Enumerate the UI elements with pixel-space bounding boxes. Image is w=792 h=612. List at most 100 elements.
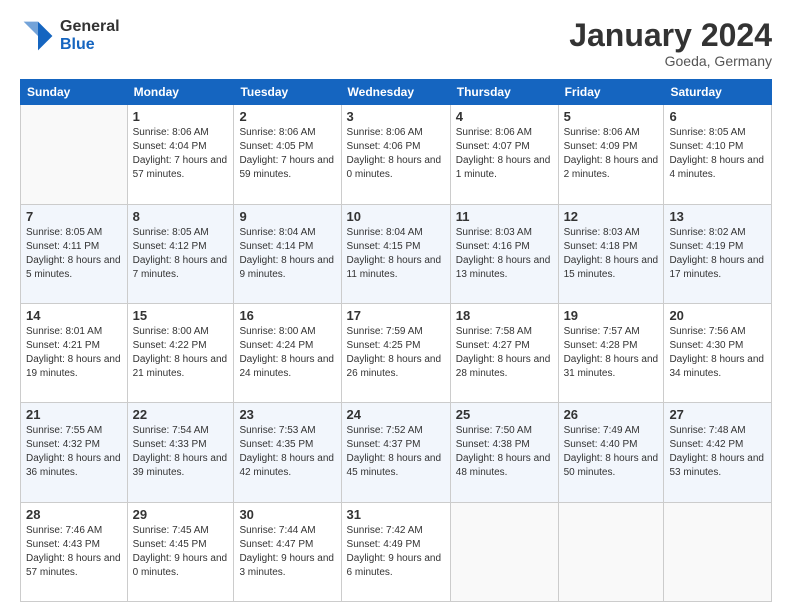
- calendar-header: Sunday Monday Tuesday Wednesday Thursday…: [21, 80, 772, 105]
- day-cell: [450, 502, 558, 601]
- day-info: Sunrise: 7:50 AM Sunset: 4:38 PM Dayligh…: [456, 424, 553, 480]
- day-number: 25: [456, 407, 553, 422]
- day-cell: 28 Sunrise: 7:46 AM Sunset: 4:43 PM Dayli…: [21, 502, 128, 601]
- day-cell: [21, 105, 128, 204]
- day-number: 3: [347, 109, 445, 124]
- day-number: 7: [26, 209, 122, 224]
- logo-icon: [20, 18, 56, 54]
- day-cell: 15 Sunrise: 8:00 AM Sunset: 4:22 PM Dayli…: [127, 303, 234, 402]
- day-number: 26: [564, 407, 659, 422]
- day-cell: 25 Sunrise: 7:50 AM Sunset: 4:38 PM Dayli…: [450, 403, 558, 502]
- day-info: Sunrise: 8:06 AM Sunset: 4:09 PM Dayligh…: [564, 126, 659, 182]
- day-info: Sunrise: 7:58 AM Sunset: 4:27 PM Dayligh…: [456, 325, 553, 381]
- logo: General Blue: [20, 18, 120, 54]
- day-info: Sunrise: 8:05 AM Sunset: 4:11 PM Dayligh…: [26, 226, 122, 282]
- day-cell: 29 Sunrise: 7:45 AM Sunset: 4:45 PM Dayli…: [127, 502, 234, 601]
- day-number: 21: [26, 407, 122, 422]
- day-number: 2: [239, 109, 335, 124]
- day-number: 23: [239, 407, 335, 422]
- header: General Blue January 2024 Goeda, Germany: [20, 18, 772, 69]
- logo-blue: Blue: [60, 36, 120, 54]
- day-number: 15: [133, 308, 229, 323]
- week-row-4: 28 Sunrise: 7:46 AM Sunset: 4:43 PM Dayli…: [21, 502, 772, 601]
- day-number: 6: [669, 109, 766, 124]
- day-cell: 16Sunrise: 8:00 AM Sunset: 4:24 PM Dayli…: [234, 303, 341, 402]
- day-number: 30: [239, 507, 335, 522]
- day-cell: 4 Sunrise: 8:06 AM Sunset: 4:07 PM Daylig…: [450, 105, 558, 204]
- col-tuesday: Tuesday: [234, 80, 341, 105]
- header-row: Sunday Monday Tuesday Wednesday Thursday…: [21, 80, 772, 105]
- day-info: Sunrise: 7:49 AM Sunset: 4:40 PM Dayligh…: [564, 424, 659, 480]
- day-number: 12: [564, 209, 659, 224]
- day-info: Sunrise: 7:56 AM Sunset: 4:30 PM Dayligh…: [669, 325, 766, 381]
- day-cell: 24 Sunrise: 7:52 AM Sunset: 4:37 PM Dayli…: [341, 403, 450, 502]
- day-info: Sunrise: 8:02 AM Sunset: 4:19 PM Dayligh…: [669, 226, 766, 282]
- day-number: 18: [456, 308, 553, 323]
- day-cell: 7 Sunrise: 8:05 AM Sunset: 4:11 PM Daylig…: [21, 204, 128, 303]
- day-info: Sunrise: 8:03 AM Sunset: 4:16 PM Dayligh…: [456, 226, 553, 282]
- day-cell: 31 Sunrise: 7:42 AM Sunset: 4:49 PM Dayli…: [341, 502, 450, 601]
- col-saturday: Saturday: [664, 80, 772, 105]
- day-number: 31: [347, 507, 445, 522]
- day-cell: 26 Sunrise: 7:49 AM Sunset: 4:40 PM Dayli…: [558, 403, 664, 502]
- day-info: Sunrise: 8:04 AM Sunset: 4:15 PM Dayligh…: [347, 226, 445, 282]
- col-thursday: Thursday: [450, 80, 558, 105]
- day-number: 9: [239, 209, 335, 224]
- day-cell: 30 Sunrise: 7:44 AM Sunset: 4:47 PM Dayli…: [234, 502, 341, 601]
- calendar-page: General Blue January 2024 Goeda, Germany…: [0, 0, 792, 612]
- day-number: 14: [26, 308, 122, 323]
- day-info: Sunrise: 7:52 AM Sunset: 4:37 PM Dayligh…: [347, 424, 445, 480]
- day-number: 29: [133, 507, 229, 522]
- day-info: Sunrise: 7:53 AM Sunset: 4:35 PM Dayligh…: [239, 424, 335, 480]
- day-info: Sunrise: 8:06 AM Sunset: 4:05 PM Dayligh…: [239, 126, 335, 182]
- day-number: 27: [669, 407, 766, 422]
- day-info: Sunrise: 8:00 AM Sunset: 4:22 PM Dayligh…: [133, 325, 229, 381]
- day-info: Sunrise: 8:06 AM Sunset: 4:06 PM Dayligh…: [347, 126, 445, 182]
- day-cell: 20Sunrise: 7:56 AM Sunset: 4:30 PM Dayli…: [664, 303, 772, 402]
- month-title: January 2024: [569, 18, 772, 53]
- day-info: Sunrise: 8:03 AM Sunset: 4:18 PM Dayligh…: [564, 226, 659, 282]
- day-info: Sunrise: 8:05 AM Sunset: 4:10 PM Dayligh…: [669, 126, 766, 182]
- day-cell: 6 Sunrise: 8:05 AM Sunset: 4:10 PM Daylig…: [664, 105, 772, 204]
- day-info: Sunrise: 7:48 AM Sunset: 4:42 PM Dayligh…: [669, 424, 766, 480]
- day-info: Sunrise: 7:44 AM Sunset: 4:47 PM Dayligh…: [239, 524, 335, 580]
- day-info: Sunrise: 8:01 AM Sunset: 4:21 PM Dayligh…: [26, 325, 122, 381]
- day-number: 28: [26, 507, 122, 522]
- day-cell: 23 Sunrise: 7:53 AM Sunset: 4:35 PM Dayli…: [234, 403, 341, 502]
- day-info: Sunrise: 7:46 AM Sunset: 4:43 PM Dayligh…: [26, 524, 122, 580]
- col-monday: Monday: [127, 80, 234, 105]
- day-number: 5: [564, 109, 659, 124]
- day-number: 1: [133, 109, 229, 124]
- day-info: Sunrise: 8:06 AM Sunset: 4:04 PM Dayligh…: [133, 126, 229, 182]
- day-info: Sunrise: 7:55 AM Sunset: 4:32 PM Dayligh…: [26, 424, 122, 480]
- day-number: 24: [347, 407, 445, 422]
- day-info: Sunrise: 7:54 AM Sunset: 4:33 PM Dayligh…: [133, 424, 229, 480]
- day-number: 4: [456, 109, 553, 124]
- calendar-body: 1 Sunrise: 8:06 AM Sunset: 4:04 PM Daylig…: [21, 105, 772, 602]
- day-info: Sunrise: 8:05 AM Sunset: 4:12 PM Dayligh…: [133, 226, 229, 282]
- day-cell: 19Sunrise: 7:57 AM Sunset: 4:28 PM Dayli…: [558, 303, 664, 402]
- day-info: Sunrise: 7:57 AM Sunset: 4:28 PM Dayligh…: [564, 325, 659, 381]
- day-number: 16: [239, 308, 335, 323]
- day-info: Sunrise: 8:06 AM Sunset: 4:07 PM Dayligh…: [456, 126, 553, 182]
- day-info: Sunrise: 7:42 AM Sunset: 4:49 PM Dayligh…: [347, 524, 445, 580]
- logo-text: General Blue: [60, 18, 120, 53]
- day-cell: 22Sunrise: 7:54 AM Sunset: 4:33 PM Dayli…: [127, 403, 234, 502]
- day-cell: 5 Sunrise: 8:06 AM Sunset: 4:09 PM Daylig…: [558, 105, 664, 204]
- day-cell: 2 Sunrise: 8:06 AM Sunset: 4:05 PM Daylig…: [234, 105, 341, 204]
- day-cell: 1 Sunrise: 8:06 AM Sunset: 4:04 PM Daylig…: [127, 105, 234, 204]
- day-info: Sunrise: 7:59 AM Sunset: 4:25 PM Dayligh…: [347, 325, 445, 381]
- day-cell: 13 Sunrise: 8:02 AM Sunset: 4:19 PM Dayli…: [664, 204, 772, 303]
- day-cell: [558, 502, 664, 601]
- day-number: 13: [669, 209, 766, 224]
- day-cell: [664, 502, 772, 601]
- day-info: Sunrise: 7:45 AM Sunset: 4:45 PM Dayligh…: [133, 524, 229, 580]
- day-cell: 8Sunrise: 8:05 AM Sunset: 4:12 PM Daylig…: [127, 204, 234, 303]
- logo-general: General: [60, 18, 120, 36]
- day-cell: 3 Sunrise: 8:06 AM Sunset: 4:06 PM Daylig…: [341, 105, 450, 204]
- location: Goeda, Germany: [569, 53, 772, 69]
- day-cell: 17Sunrise: 7:59 AM Sunset: 4:25 PM Dayli…: [341, 303, 450, 402]
- col-wednesday: Wednesday: [341, 80, 450, 105]
- day-cell: 9Sunrise: 8:04 AM Sunset: 4:14 PM Daylig…: [234, 204, 341, 303]
- calendar-table: Sunday Monday Tuesday Wednesday Thursday…: [20, 79, 772, 602]
